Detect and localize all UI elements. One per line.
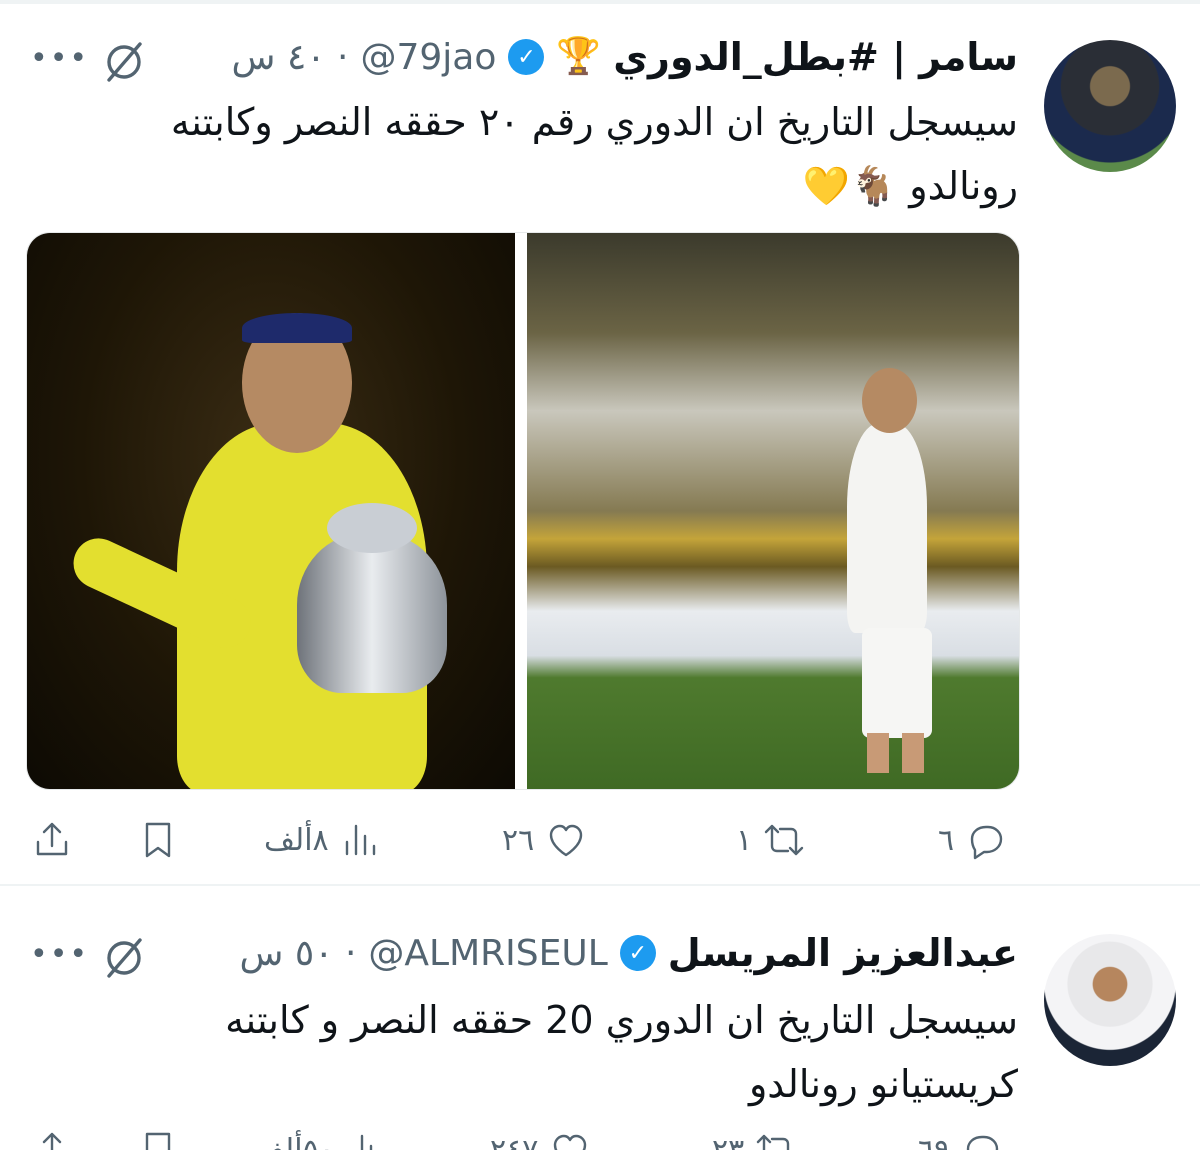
tweet-header: عبدالعزيز المريسل ✓ @ALMRISEUL · ٥٠ س [239,928,1018,978]
tweet-divider [0,884,1200,898]
like-button[interactable]: ٢٦ [502,810,588,870]
display-name[interactable]: عبدالعزيز المريسل [668,931,1018,975]
player-leg-shape [901,733,924,773]
grok-icon[interactable] [100,934,148,982]
reply-button[interactable]: ٦ [938,810,1008,870]
player-head-shape [861,368,917,433]
more-options-icon[interactable]: ••• [30,940,89,970]
headband-shape [242,313,352,343]
reply-icon [970,825,1003,860]
like-count: ٢٦ [502,822,535,858]
tweet[interactable]: عبدالعزيز المريسل ✓ @ALMRISEUL · ٥٠ س ••… [0,0,1200,1150]
analytics-icon [360,1134,372,1150]
views-count: ٥٠ألف [254,1132,335,1150]
player-shirt-shape [846,423,927,633]
player-leg-shape [866,733,889,773]
bookmark-button[interactable] [136,810,180,870]
share-icon [42,1132,62,1150]
heart-icon [550,824,583,857]
heart-icon [554,1134,587,1150]
like-button[interactable]: ٢٤٧ [490,1120,592,1150]
ronaldo-holding-trophy-photo[interactable] [27,233,516,789]
avatar[interactable] [1044,934,1176,1066]
verified-badge-icon: ✓ [619,935,656,971]
retweet-icon [764,824,804,856]
tweet-actions: ٦٩ ٢٣ ٢٤٧ ٥٠ألف [0,1120,1200,1150]
bookmark-icon [145,1132,171,1150]
trophy-shape [297,533,447,693]
share-button[interactable] [30,1120,74,1150]
retweet-count: ٢٣ [712,1132,745,1150]
like-count: ٢٤٧ [490,1132,539,1150]
timestamp[interactable]: · ٥٠ س [239,933,356,974]
reply-count: ٦٩ [918,1132,951,1150]
tweet-text: سيسجل التاريخ ان الدوري 20 حققه النصر و … [225,998,1018,1106]
retweet-button[interactable]: ٢٣ [712,1120,798,1150]
bookmark-icon [145,822,171,858]
retweet-count: ١ [736,822,753,858]
tweet-media[interactable] [26,232,1020,790]
reply-icon [967,1135,999,1150]
ronaldo-kissing-shirt-photo[interactable] [526,233,1019,789]
retweet-icon [757,1134,790,1150]
views-button[interactable]: ٥٠ألف [254,1120,389,1150]
analytics-icon [345,824,375,856]
username-handle[interactable]: @ALMRISEUL [368,933,607,974]
trophy-lid-shape [327,503,417,553]
retweet-button[interactable]: ١ [736,810,806,870]
reply-count: ٦ [938,822,955,858]
bookmark-button[interactable] [136,1120,180,1150]
views-button[interactable]: ٨ألف [264,810,383,870]
share-icon [36,822,68,856]
views-count: ٨ألف [264,822,329,858]
player-shorts-shape [861,628,932,738]
share-button[interactable] [30,810,74,870]
tweet-actions: ٦ ١ ٢٦ ٨ألف [0,810,1200,870]
reply-button[interactable]: ٦٩ [918,1120,1004,1150]
